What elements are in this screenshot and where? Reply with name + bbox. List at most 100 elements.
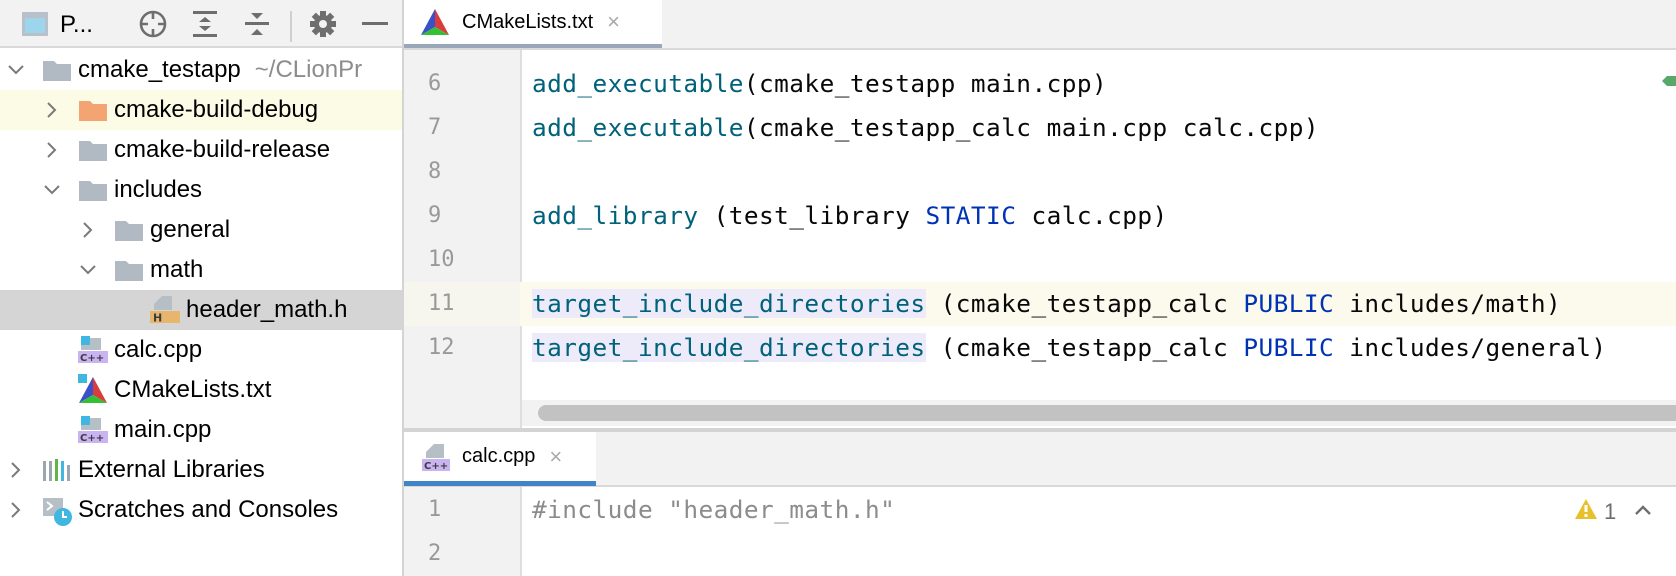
warning-icon [1574, 498, 1598, 525]
tree-item[interactable]: CMakeLists.txt [0, 370, 402, 410]
line-number[interactable]: 8 [404, 159, 484, 184]
line-number[interactable]: 2 [404, 541, 484, 566]
code-token: add_executable [532, 113, 744, 142]
chevron-right-icon[interactable] [42, 100, 62, 120]
chevron-right-icon[interactable] [6, 460, 26, 480]
code-line[interactable]: target_include_directories (cmake_testap… [532, 289, 1561, 318]
code-token: includes/general) [1334, 333, 1607, 362]
tree-item[interactable]: cmake-build-release [0, 130, 402, 170]
panel-title[interactable]: P... [60, 11, 93, 39]
chevron-right-icon[interactable] [78, 220, 98, 240]
code-line[interactable]: target_include_directories (cmake_testap… [532, 333, 1607, 362]
svg-text:H: H [153, 312, 162, 325]
project-path: ~/CLionPr [254, 56, 363, 83]
tree-item[interactable]: includes [0, 170, 402, 210]
bottom-editor-tabbar: C++ calc.cpp × [404, 432, 1676, 487]
tree-item-label: External Libraries [78, 456, 265, 483]
tree-item-label: CMakeLists.txt [114, 376, 272, 403]
folder-icon [42, 57, 72, 87]
toolbar-separator [290, 11, 292, 42]
tree-item-label: cmake_testapp ~/CLionPr [78, 56, 363, 83]
inspection-widget[interactable]: 1 [1574, 498, 1652, 525]
code-token: (cmake_testapp_calc [925, 289, 1244, 318]
tab-cmakelists[interactable]: CMakeLists.txt × [404, 0, 662, 48]
line-number[interactable]: 1 [404, 497, 484, 522]
scratches-icon [42, 497, 72, 527]
tab-calc-cpp[interactable]: C++ calc.cpp × [404, 432, 596, 486]
tree-item[interactable]: C++ calc.cpp [0, 330, 402, 370]
horizontal-scrollbar-track [522, 400, 1676, 426]
code-token: PUBLIC [1243, 289, 1335, 318]
chevron-right-icon[interactable] [6, 500, 26, 520]
chevron-right-icon[interactable] [42, 140, 62, 160]
tree-item[interactable]: general [0, 210, 402, 250]
code-token: target_include_directories [532, 333, 926, 362]
tree-item-label: math [150, 256, 204, 283]
code-token: PUBLIC [1243, 333, 1335, 362]
code-line[interactable]: #include "header_math.h" [532, 495, 895, 524]
collapse-all-icon[interactable] [242, 9, 272, 39]
code-line[interactable]: add_executable(cmake_testapp_calc main.c… [532, 113, 1319, 142]
chevron-down-icon[interactable] [6, 60, 26, 80]
line-number[interactable]: 11 [404, 291, 484, 316]
horizontal-scrollbar-thumb[interactable] [538, 405, 1676, 421]
svg-text:C++: C++ [80, 353, 104, 364]
folder-icon [78, 137, 108, 167]
gear-icon[interactable] [308, 9, 338, 39]
tree-item[interactable]: C++ main.cpp [0, 410, 402, 450]
project-view-icon[interactable] [20, 9, 50, 39]
code-token: (cmake_testapp main.cpp) [743, 69, 1108, 98]
cpp-file-icon: C++ [422, 442, 452, 472]
line-number[interactable]: 10 [404, 247, 484, 272]
line-number[interactable]: 6 [404, 71, 484, 96]
cpp-file-icon: C++ [78, 334, 108, 364]
folder-icon [114, 217, 144, 247]
tree-item[interactable]: External Libraries [0, 450, 402, 490]
tab-label: calc.cpp [462, 445, 536, 467]
change-marker-icon[interactable] [1662, 74, 1676, 86]
chevron-up-icon[interactable] [1634, 503, 1652, 521]
tree-item-label: Scratches and Consoles [78, 496, 339, 523]
cpp-file-icon: C++ [78, 414, 108, 444]
tree-item[interactable]: Hheader_math.h [0, 290, 402, 330]
chevron-down-icon[interactable] [42, 180, 62, 200]
minimize-icon[interactable] [360, 9, 390, 39]
tree-item-label: calc.cpp [114, 336, 203, 363]
tree-item-label: cmake-build-release [114, 136, 331, 163]
top-editor-gutter [404, 50, 522, 430]
folder-icon [114, 257, 144, 287]
top-editor-tabbar: CMakeLists.txt × [404, 0, 1676, 50]
code-token: #include "header_math.h" [532, 495, 896, 524]
top-editor-code-area[interactable] [522, 50, 1676, 430]
cmake-file-icon [78, 374, 108, 404]
tree-item-label: includes [114, 176, 203, 203]
tree-item-label: header_math.h [186, 296, 348, 323]
tab-label: CMakeLists.txt [462, 10, 594, 33]
line-number[interactable]: 12 [404, 335, 484, 360]
line-number[interactable]: 9 [404, 203, 484, 228]
close-tab-icon[interactable]: × [607, 9, 620, 35]
tree-item[interactable]: cmake_testapp ~/CLionPr [0, 50, 402, 90]
tree-item-label: cmake-build-debug [114, 96, 319, 123]
folder-orange-icon [78, 97, 108, 127]
folder-icon [78, 177, 108, 207]
expand-all-icon[interactable] [190, 9, 220, 39]
code-token: add_executable [532, 69, 744, 98]
locate-icon[interactable] [138, 9, 168, 39]
code-token: calc.cpp) [1016, 201, 1168, 230]
tree-item[interactable]: math [0, 250, 402, 290]
code-token: (cmake_testapp_calc [925, 333, 1244, 362]
code-token: STATIC [925, 201, 1017, 230]
close-tab-icon[interactable]: × [549, 444, 562, 470]
line-number[interactable]: 7 [404, 115, 484, 140]
code-line[interactable]: add_executable(cmake_testapp main.cpp) [532, 69, 1107, 98]
code-token: target_include_directories [532, 289, 926, 318]
tree-item[interactable]: cmake-build-debug [0, 90, 402, 130]
code-token: (cmake_testapp_calc main.cpp calc.cpp) [743, 113, 1319, 142]
cmake-icon [420, 8, 450, 36]
tree-item-label: main.cpp [114, 416, 212, 443]
chevron-down-icon[interactable] [78, 260, 98, 280]
libraries-icon [42, 457, 72, 487]
tree-item[interactable]: Scratches and Consoles [0, 490, 402, 530]
code-line[interactable]: add_library (test_library STATIC calc.cp… [532, 201, 1168, 230]
